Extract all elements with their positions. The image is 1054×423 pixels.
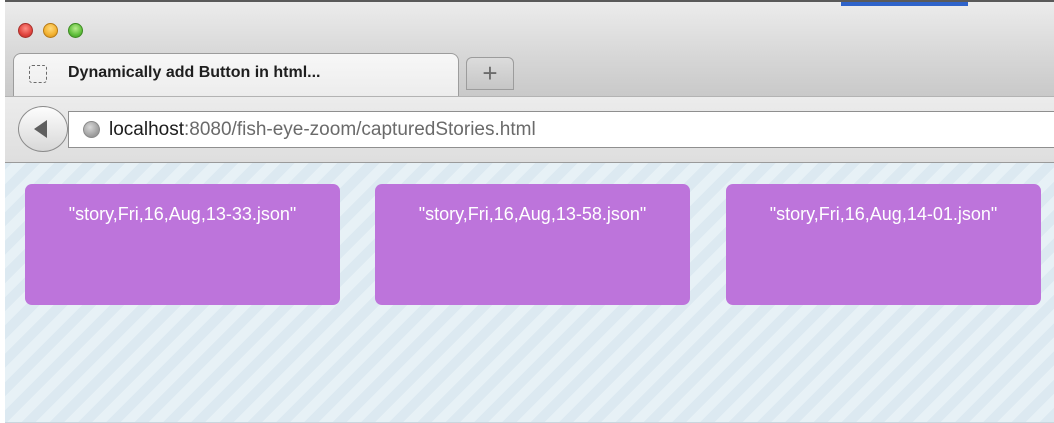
title-bar: Dynamically add Button in html... +: [5, 0, 1054, 98]
url-host: localhost: [109, 119, 184, 140]
back-button[interactable]: [18, 106, 68, 152]
tab-title: Dynamically add Button in html...: [68, 64, 321, 81]
new-tab-button[interactable]: +: [466, 57, 514, 90]
zoom-window-button[interactable]: [68, 23, 83, 38]
story-button[interactable]: "story,Fri,16,Aug,13-33.json": [25, 184, 340, 305]
story-button[interactable]: "story,Fri,16,Aug,14-01.json": [726, 184, 1041, 305]
back-arrow-icon: [34, 120, 47, 138]
background-window-edge: [841, 2, 968, 6]
story-button[interactable]: "story,Fri,16,Aug,13-58.json": [375, 184, 690, 305]
browser-window: Dynamically add Button in html... + loca…: [5, 0, 1054, 423]
url-text: localhost:8080/fish-eye-zoom/capturedSto…: [109, 119, 536, 141]
tab-active[interactable]: Dynamically add Button in html...: [13, 53, 459, 98]
globe-icon: [83, 121, 100, 138]
navigation-toolbar: localhost:8080/fish-eye-zoom/capturedSto…: [5, 96, 1054, 163]
url-path: :8080/fish-eye-zoom/capturedStories.html: [184, 119, 536, 140]
minimize-window-button[interactable]: [43, 23, 58, 38]
page-content: "story,Fri,16,Aug,13-33.json" "story,Fri…: [5, 163, 1054, 423]
close-window-button[interactable]: [18, 23, 33, 38]
address-bar[interactable]: localhost:8080/fish-eye-zoom/capturedSto…: [68, 111, 1054, 148]
blank-page-icon: [29, 65, 47, 83]
